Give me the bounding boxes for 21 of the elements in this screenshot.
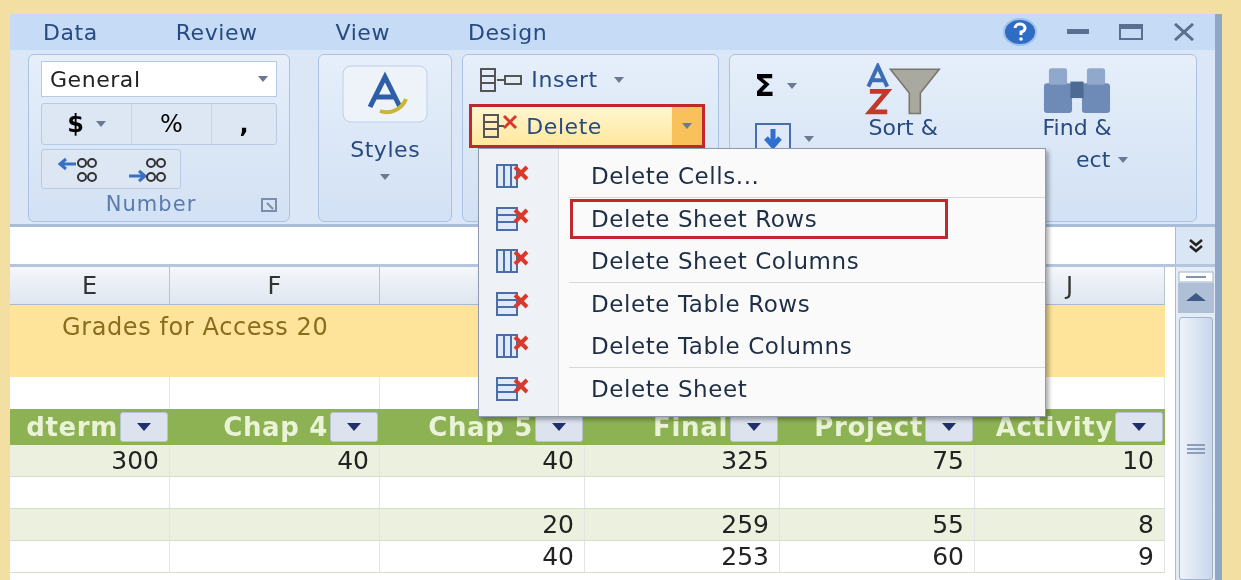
table-cell: 75 [932,445,964,476]
table-cell: 259 [721,509,769,540]
table-cell: 40 [542,541,574,572]
table-cell: 8 [1138,509,1154,540]
column-heading: Activity [995,410,1113,444]
table-cell: 60 [932,541,964,572]
group-label: Number [104,191,198,219]
table-cell: 9 [1138,541,1154,572]
table-cell: 325 [721,445,769,476]
table-cell: 10 [1122,445,1154,476]
column-heading: Chap 4 [223,410,328,444]
column-heading: dterm [26,410,118,444]
table-cell: 300 [111,445,159,476]
table-cell: 40 [542,445,574,476]
column-heading: Project [814,410,923,444]
table-cell: 20 [542,509,574,540]
sheet-title: Grades for Access 20 [62,313,329,341]
table-cell: 55 [932,509,964,540]
table-cell: 253 [721,541,769,572]
table-cell: 40 [337,445,369,476]
column-heading: Final [653,410,728,444]
